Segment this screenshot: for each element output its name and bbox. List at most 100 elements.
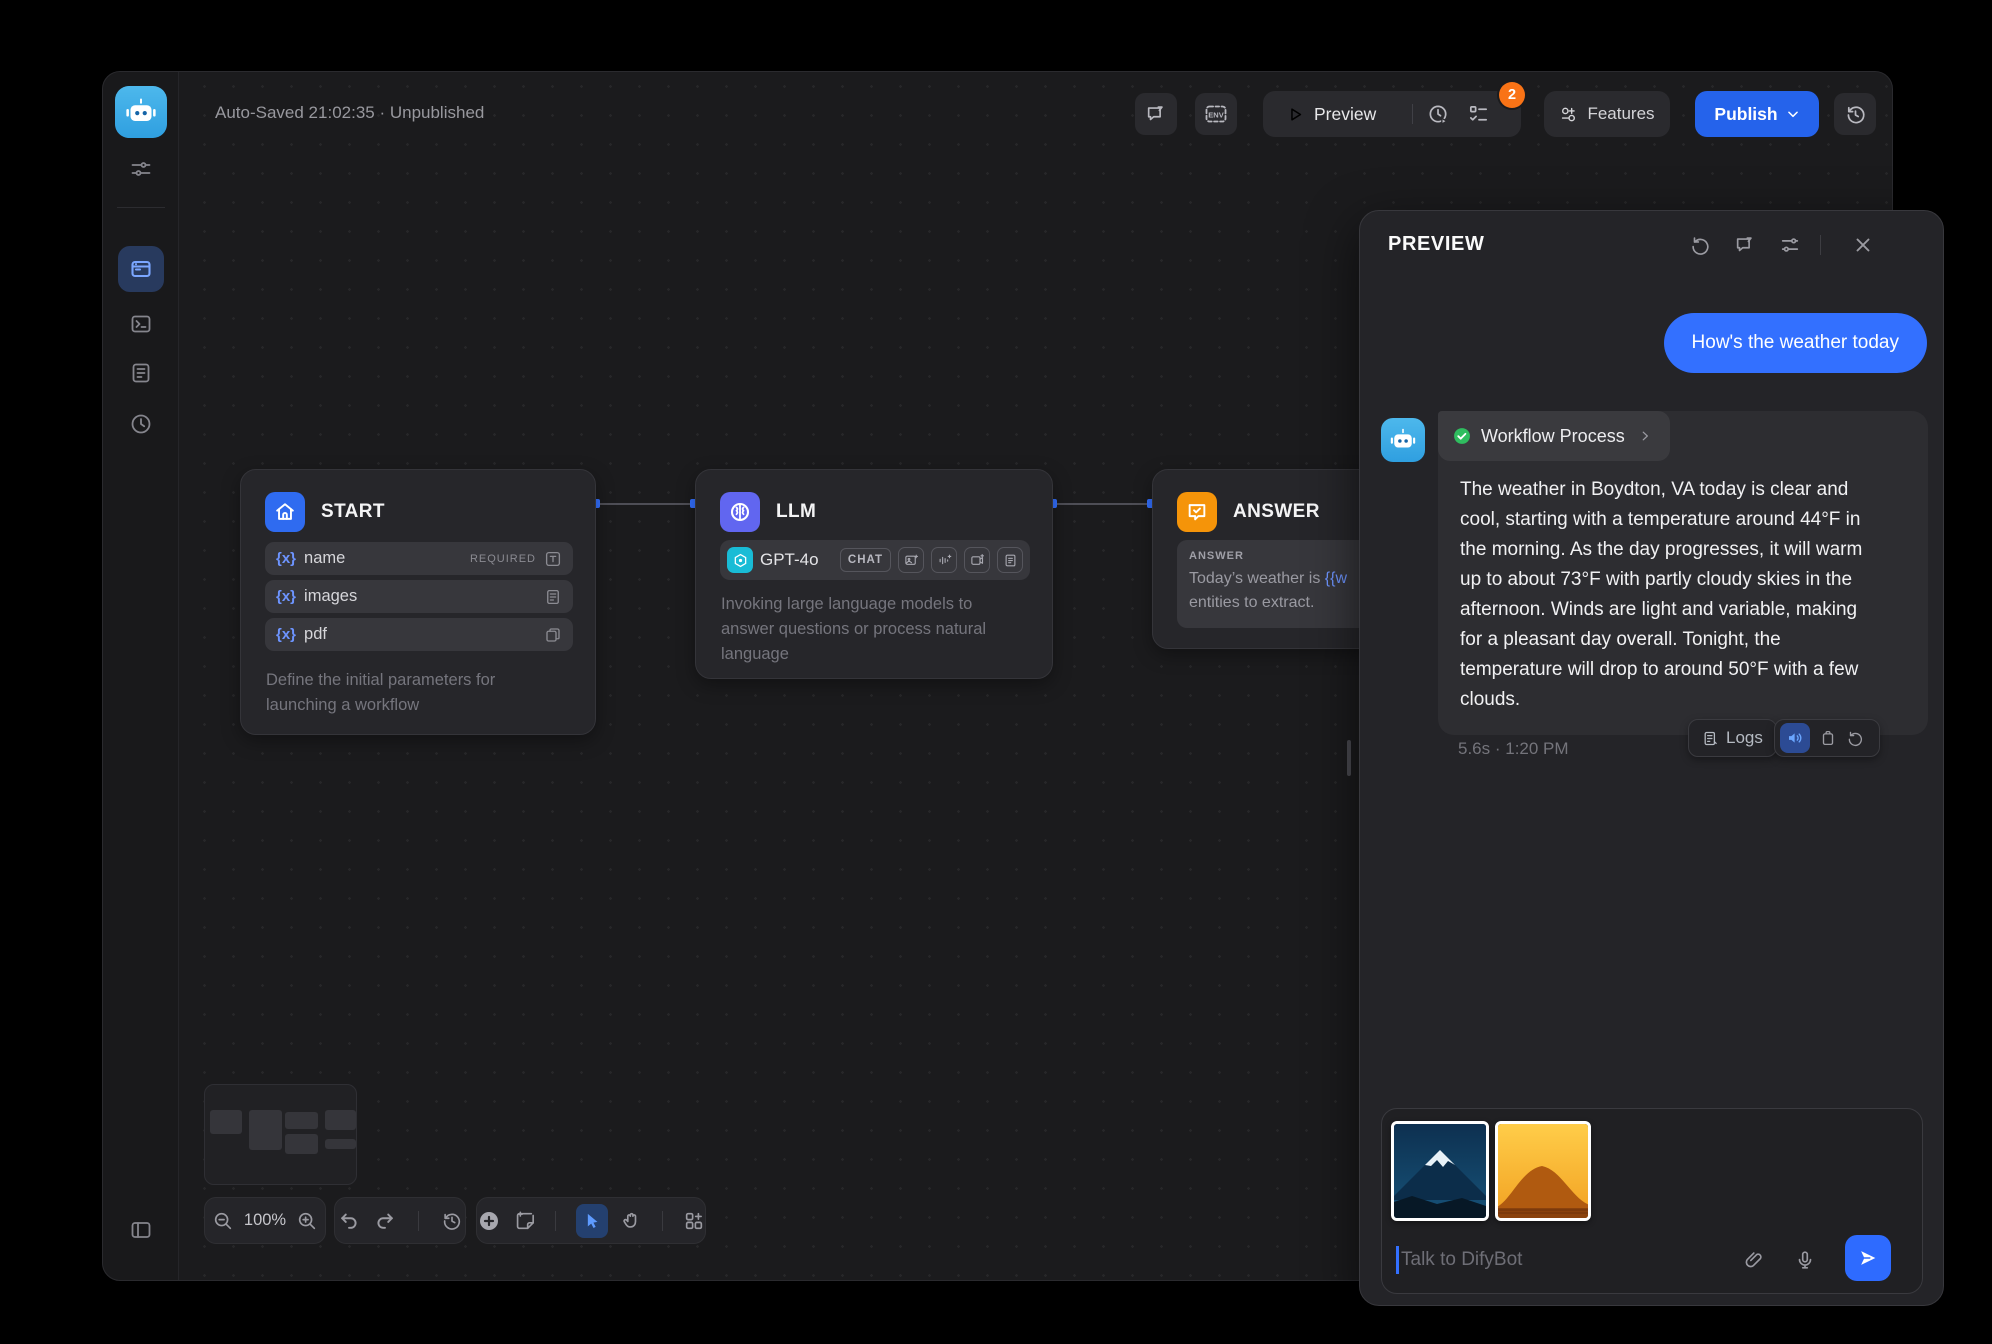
features-icon <box>1559 105 1578 124</box>
chevron-right-icon <box>1638 429 1652 443</box>
chevron-down-icon <box>1786 107 1800 121</box>
document-capability-icon <box>997 547 1023 573</box>
send-icon <box>1857 1247 1879 1269</box>
openai-logo-icon <box>727 547 753 573</box>
speaker-icon[interactable] <box>1780 723 1810 753</box>
node-llm-description: Invoking large language models to answer… <box>721 592 1029 667</box>
panel-resize-handle[interactable] <box>1347 740 1351 776</box>
restart-conversation-icon[interactable] <box>1689 234 1711 256</box>
screen: START {x} name REQUIRED {x} images {x} p… <box>0 0 1992 1344</box>
message-meta: 5.6s · 1:20 PM <box>1458 739 1569 759</box>
version-history-button[interactable] <box>1834 93 1876 135</box>
conversation-annotation-icon[interactable] <box>1734 234 1756 256</box>
text-caret <box>1396 1246 1399 1274</box>
hand-mode-button[interactable] <box>620 1210 642 1232</box>
variable-row-pdf[interactable]: {x} pdf <box>265 618 573 651</box>
node-start-description: Define the initial parameters for launch… <box>266 668 546 718</box>
sidebar-item-logs[interactable] <box>129 361 153 385</box>
run-history-button[interactable] <box>1427 103 1450 126</box>
bot-message-text: The weather in Boydton, VA today is clea… <box>1438 461 1906 735</box>
node-llm-title: LLM <box>776 501 816 523</box>
chat-input-panel <box>1381 1108 1923 1294</box>
regenerate-icon[interactable] <box>1846 729 1864 747</box>
robot-icon <box>123 94 159 130</box>
divider <box>662 1211 663 1231</box>
microphone-icon[interactable] <box>1794 1249 1816 1271</box>
node-answer-title: ANSWER <box>1233 501 1320 523</box>
canvas-minimap[interactable] <box>204 1084 357 1185</box>
annotation-button[interactable] <box>1135 93 1177 135</box>
minimap-node <box>325 1139 356 1149</box>
answer-bubble-icon <box>1177 492 1217 532</box>
logs-icon <box>1702 730 1719 747</box>
variable-row-images[interactable]: {x} images <box>265 580 573 613</box>
required-tag: REQUIRED <box>470 553 536 565</box>
node-llm[interactable]: LLM GPT-4o CHAT Inv <box>695 469 1053 679</box>
zoom-level[interactable]: 100% <box>244 1211 286 1230</box>
minimap-node <box>285 1112 318 1129</box>
user-message-bubble: How's the weather today <box>1664 313 1927 373</box>
zoom-toolbar: 100% <box>204 1197 326 1244</box>
workflow-process-toggle[interactable]: Workflow Process <box>1438 411 1670 461</box>
checklist-count-badge[interactable]: 2 <box>1499 82 1525 108</box>
sidebar-item-workflow-active[interactable] <box>118 246 164 292</box>
add-note-button[interactable] <box>513 1210 535 1232</box>
app-logo[interactable] <box>115 86 167 138</box>
sidebar-item-terminal[interactable] <box>129 312 153 336</box>
preview-panel: PREVIEW How's the weather today <box>1359 210 1944 1306</box>
autosave-status: Auto-Saved 21:02:35 · Unpublished <box>215 103 484 123</box>
zoom-in-button[interactable] <box>296 1210 318 1232</box>
svg-text:ENV: ENV <box>1208 111 1223 120</box>
publish-button[interactable]: Publish <box>1695 91 1819 137</box>
model-selector[interactable]: GPT-4o CHAT <box>720 540 1030 580</box>
sidebar-item-monitoring[interactable] <box>129 412 153 436</box>
add-node-button[interactable] <box>477 1209 501 1233</box>
variable-name: name <box>304 549 345 568</box>
env-variables-button[interactable]: ENV <box>1195 93 1237 135</box>
chat-mode-badge: CHAT <box>840 548 891 572</box>
close-icon[interactable] <box>1852 234 1874 256</box>
logs-button[interactable]: Logs <box>1688 719 1777 757</box>
audio-capability-icon <box>931 547 957 573</box>
sidebar <box>103 72 179 1280</box>
undo-button[interactable] <box>338 1210 360 1232</box>
paragraph-type-icon <box>544 588 562 606</box>
organize-blocks-button[interactable] <box>683 1210 705 1232</box>
model-name: GPT-4o <box>760 550 819 570</box>
collapse-sidebar-icon[interactable] <box>129 1218 153 1242</box>
minimap-node <box>325 1110 356 1130</box>
view-history-button[interactable] <box>441 1210 463 1232</box>
brain-icon <box>720 492 760 532</box>
attachment-thumbnail-blue-mountain[interactable] <box>1391 1121 1489 1221</box>
attachment-thumbnail-orange-mountain[interactable] <box>1495 1121 1591 1221</box>
pointer-mode-button[interactable] <box>576 1204 608 1238</box>
play-icon <box>1287 106 1304 123</box>
variable-name: images <box>304 587 357 606</box>
variable-row-name[interactable]: {x} name REQUIRED <box>265 542 573 575</box>
features-button[interactable]: Features <box>1544 91 1670 137</box>
minimap-node <box>249 1110 282 1150</box>
variable-name: pdf <box>304 625 327 644</box>
copy-icon[interactable] <box>1819 729 1837 747</box>
divider <box>555 1211 556 1231</box>
video-capability-icon <box>964 547 990 573</box>
text-input-type-icon <box>544 550 562 568</box>
checklist-button[interactable] <box>1467 103 1490 126</box>
orchestrate-icon[interactable] <box>129 157 153 181</box>
paperclip-icon[interactable] <box>1743 1249 1765 1271</box>
files-type-icon <box>544 626 562 644</box>
zoom-out-button[interactable] <box>212 1210 234 1232</box>
message-actions <box>1774 719 1880 757</box>
divider <box>418 1211 419 1231</box>
preview-panel-title: PREVIEW <box>1388 233 1484 256</box>
conversation-settings-icon[interactable] <box>1779 234 1801 256</box>
redo-button[interactable] <box>374 1210 396 1232</box>
node-start[interactable]: START {x} name REQUIRED {x} images {x} p… <box>240 469 596 735</box>
divider <box>1412 104 1413 124</box>
chat-message-input[interactable] <box>1401 1242 1721 1278</box>
bot-message-card: Workflow Process The weather in Boydton,… <box>1438 411 1928 735</box>
send-button[interactable] <box>1845 1235 1891 1281</box>
edit-toolbar <box>476 1197 706 1244</box>
history-toolbar <box>334 1197 466 1244</box>
preview-run-button[interactable]: Preview <box>1263 104 1376 125</box>
